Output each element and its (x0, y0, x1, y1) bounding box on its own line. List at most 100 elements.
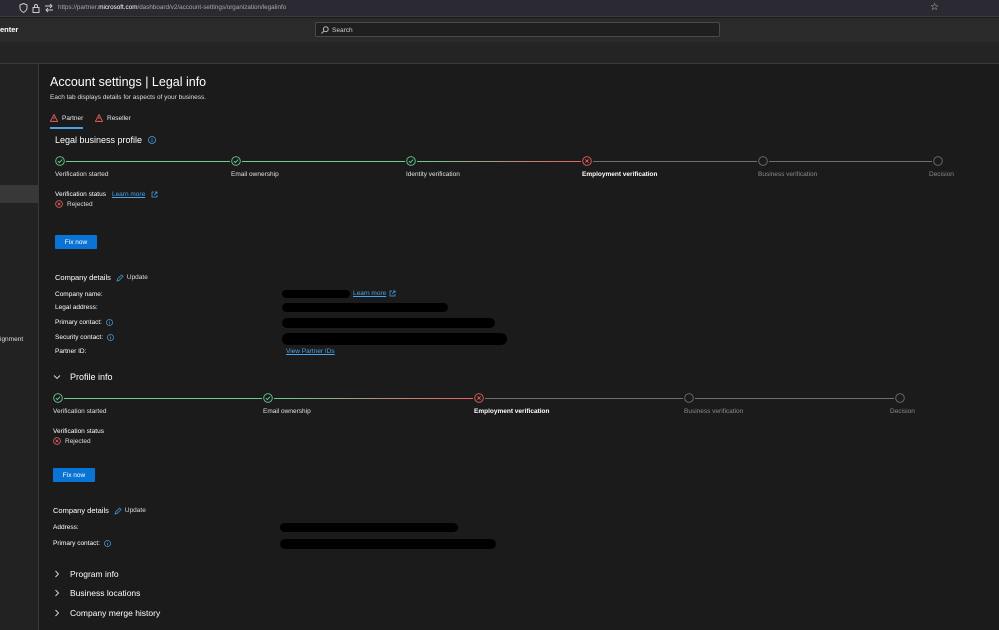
status-rejected: Rejected (53, 437, 91, 445)
check-circle-icon (53, 393, 63, 403)
search-input[interactable] (332, 25, 712, 35)
stepper-connector (593, 161, 757, 162)
empty-circle-icon (895, 393, 905, 403)
company-details-title: Company details (55, 273, 111, 282)
partner-id-label: Partner ID: (55, 348, 87, 355)
security-contact-row: Security contact: (55, 334, 114, 341)
permissions-icon[interactable] (44, 3, 54, 13)
profile-info-stepper: Verification started Email ownership Emplo… (50, 393, 990, 423)
lock-icon[interactable] (31, 3, 41, 13)
external-link-icon[interactable] (389, 290, 396, 297)
stepper-label: Verification started (55, 171, 109, 178)
bookmark-star-icon[interactable]: ☆ (930, 2, 939, 13)
stepper-connector (274, 398, 473, 399)
update-label: Update (124, 507, 146, 514)
primary-contact-row: Primary contact: (53, 540, 111, 547)
chevron-right-icon (55, 570, 60, 578)
update-label: Update (126, 274, 148, 281)
error-circle-icon (582, 156, 592, 166)
info-icon[interactable] (106, 319, 113, 326)
app-header: enter (0, 18, 999, 42)
url-path: /dashboard/v2/account-settings/organizat… (137, 4, 287, 11)
empty-circle-icon (684, 393, 694, 403)
shield-icon[interactable] (18, 2, 28, 14)
page-title: Account settings | Legal info (50, 75, 207, 89)
info-icon[interactable] (107, 334, 114, 341)
info-icon[interactable] (104, 540, 111, 547)
stepper-connector (485, 398, 683, 399)
tab-reseller[interactable]: Reseller (95, 114, 131, 122)
verification-status-row: Verification status Learn more (55, 191, 158, 198)
app-brand: enter (0, 25, 19, 34)
legal-address-label: Legal address: (55, 304, 98, 311)
verification-status-label: Verification status (55, 191, 106, 198)
tab-partner[interactable]: Partner (50, 114, 83, 122)
status-value: Rejected (65, 437, 91, 445)
check-circle-icon (406, 156, 416, 166)
stepper-connector (64, 398, 262, 399)
external-link-icon[interactable] (151, 191, 158, 198)
company-details-heading: Company details Update (55, 273, 148, 282)
status-value: Rejected (67, 200, 93, 208)
section-business-locations[interactable]: Business locations (53, 588, 140, 598)
redacted-value (282, 318, 495, 328)
security-contact-label: Security contact: (55, 334, 104, 341)
redacted-value (280, 539, 496, 549)
warning-icon (50, 114, 58, 122)
stepper-connector (242, 161, 405, 162)
company-name-label: Company name: (55, 291, 103, 298)
warning-icon (95, 114, 103, 122)
fix-now-button[interactable]: Fix now (53, 468, 95, 482)
stepper-connector (695, 398, 894, 399)
tab-label: Partner (62, 114, 84, 122)
legal-profile-stepper: Verification started Email ownership Ident… (50, 156, 990, 186)
stepper-connector (66, 161, 230, 162)
nav-item-selected[interactable] (0, 185, 38, 203)
view-partner-ids-link[interactable]: View Partner IDs (286, 348, 335, 355)
stepper-connector (417, 161, 581, 162)
update-button[interactable]: Update (116, 274, 148, 282)
check-circle-icon (55, 156, 65, 166)
learn-more-link[interactable]: Learn more (353, 290, 386, 297)
stepper-connector (769, 161, 932, 162)
empty-circle-icon (933, 156, 943, 166)
url-domain: microsoft.com (98, 4, 138, 11)
browser-toolbar: https://partner.microsoft.com/dashboard/… (0, 0, 999, 17)
primary-contact-row: Primary contact: (55, 319, 113, 326)
stepper-label: Email ownership (231, 171, 279, 178)
empty-circle-icon (758, 156, 768, 166)
section-title: Program info (70, 569, 119, 579)
fix-now-button[interactable]: Fix now (55, 235, 97, 249)
chevron-down-icon[interactable] (53, 373, 61, 381)
stepper-label: Decision (890, 408, 915, 415)
stepper-label: Business verification (758, 171, 818, 178)
check-circle-icon (263, 393, 273, 403)
section-title: Business locations (70, 588, 141, 598)
left-navigation: ignment (0, 64, 39, 630)
stepper-label: Business verification (684, 408, 744, 415)
redacted-value (282, 290, 350, 298)
profile-info-heading[interactable]: Profile info (53, 372, 113, 382)
page-subtitle: Each tab displays details for aspects of… (50, 94, 207, 101)
stepper-label: Employment verification (474, 408, 550, 415)
section-company-merge-history[interactable]: Company merge history (53, 608, 160, 618)
url-prefix: https://partner. (58, 4, 99, 11)
company-learn-more: Learn more (353, 290, 396, 297)
update-button[interactable]: Update (114, 507, 146, 515)
stepper-label: Email ownership (263, 408, 311, 415)
stepper-label: Verification started (53, 408, 107, 415)
search-box[interactable] (315, 22, 720, 37)
address-bar[interactable]: https://partner.microsoft.com/dashboard/… (58, 4, 286, 11)
section-program-info[interactable]: Program info (53, 569, 119, 579)
stepper-label: Employment verification (582, 171, 658, 178)
error-circle-icon (474, 393, 484, 403)
redacted-value (282, 333, 507, 345)
tab-selected-indicator (50, 127, 83, 129)
nav-item-partial[interactable]: ignment (0, 336, 23, 343)
chevron-right-icon (55, 609, 60, 617)
edit-pencil-icon (116, 274, 124, 281)
tab-label: Reseller (107, 114, 131, 122)
info-icon[interactable] (148, 136, 156, 144)
command-bar (0, 42, 999, 64)
learn-more-link[interactable]: Learn more (112, 191, 145, 198)
